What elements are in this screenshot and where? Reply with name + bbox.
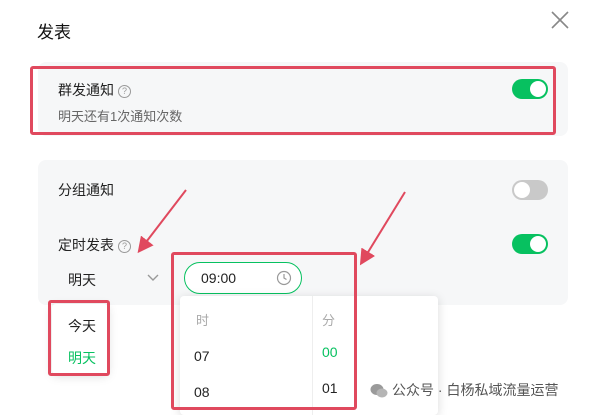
scheduled-row: 定时发表? bbox=[58, 235, 131, 255]
day-option-today[interactable]: 今天 bbox=[68, 316, 96, 336]
help-icon[interactable]: ? bbox=[118, 240, 131, 253]
group-notify-toggle[interactable] bbox=[512, 180, 548, 200]
watermark-text: 公众号 · 白杨私域流量运营 bbox=[392, 382, 559, 398]
mass-notify-row: 群发通知? bbox=[58, 80, 131, 100]
time-input[interactable]: 09:00 bbox=[184, 262, 302, 294]
help-icon[interactable]: ? bbox=[118, 85, 131, 98]
hour-column-header: 时 bbox=[196, 313, 210, 328]
dialog-title: 发表 bbox=[37, 23, 71, 42]
clock-icon bbox=[276, 270, 292, 286]
hour-option[interactable]: 08 bbox=[194, 384, 210, 400]
day-dropdown: 今天 明天 bbox=[52, 304, 108, 374]
time-input-value: 09:00 bbox=[201, 270, 237, 286]
toggle-knob bbox=[514, 182, 530, 198]
minute-option[interactable]: 01 bbox=[322, 380, 338, 396]
minute-option-selected[interactable]: 00 bbox=[322, 344, 338, 360]
watermark: 公众号 · 白杨私域流量运营 bbox=[370, 380, 558, 400]
minute-column-header: 分 bbox=[322, 313, 336, 328]
close-icon[interactable] bbox=[549, 9, 571, 31]
publish-dialog: 发表 群发通知? 明天还有1次通知次数 分组通知 定时发表? 明天 09:00 … bbox=[0, 0, 600, 415]
scheduled-toggle[interactable] bbox=[512, 234, 548, 254]
mass-notify-toggle[interactable] bbox=[512, 79, 548, 99]
day-option-tomorrow[interactable]: 明天 bbox=[68, 348, 96, 368]
day-select-value: 明天 bbox=[68, 272, 96, 288]
column-divider bbox=[312, 296, 313, 415]
wechat-icon bbox=[370, 384, 388, 398]
scheduled-label: 定时发表 bbox=[58, 237, 114, 253]
hour-option[interactable]: 07 bbox=[194, 348, 210, 364]
mass-notify-subtext: 明天还有1次通知次数 bbox=[58, 109, 183, 124]
chevron-down-icon bbox=[147, 274, 159, 281]
day-select[interactable]: 明天 bbox=[58, 264, 168, 292]
toggle-knob bbox=[530, 81, 546, 97]
toggle-knob bbox=[530, 236, 546, 252]
mass-notify-label: 群发通知 bbox=[58, 82, 114, 98]
group-notify-label: 分组通知 bbox=[58, 182, 114, 198]
